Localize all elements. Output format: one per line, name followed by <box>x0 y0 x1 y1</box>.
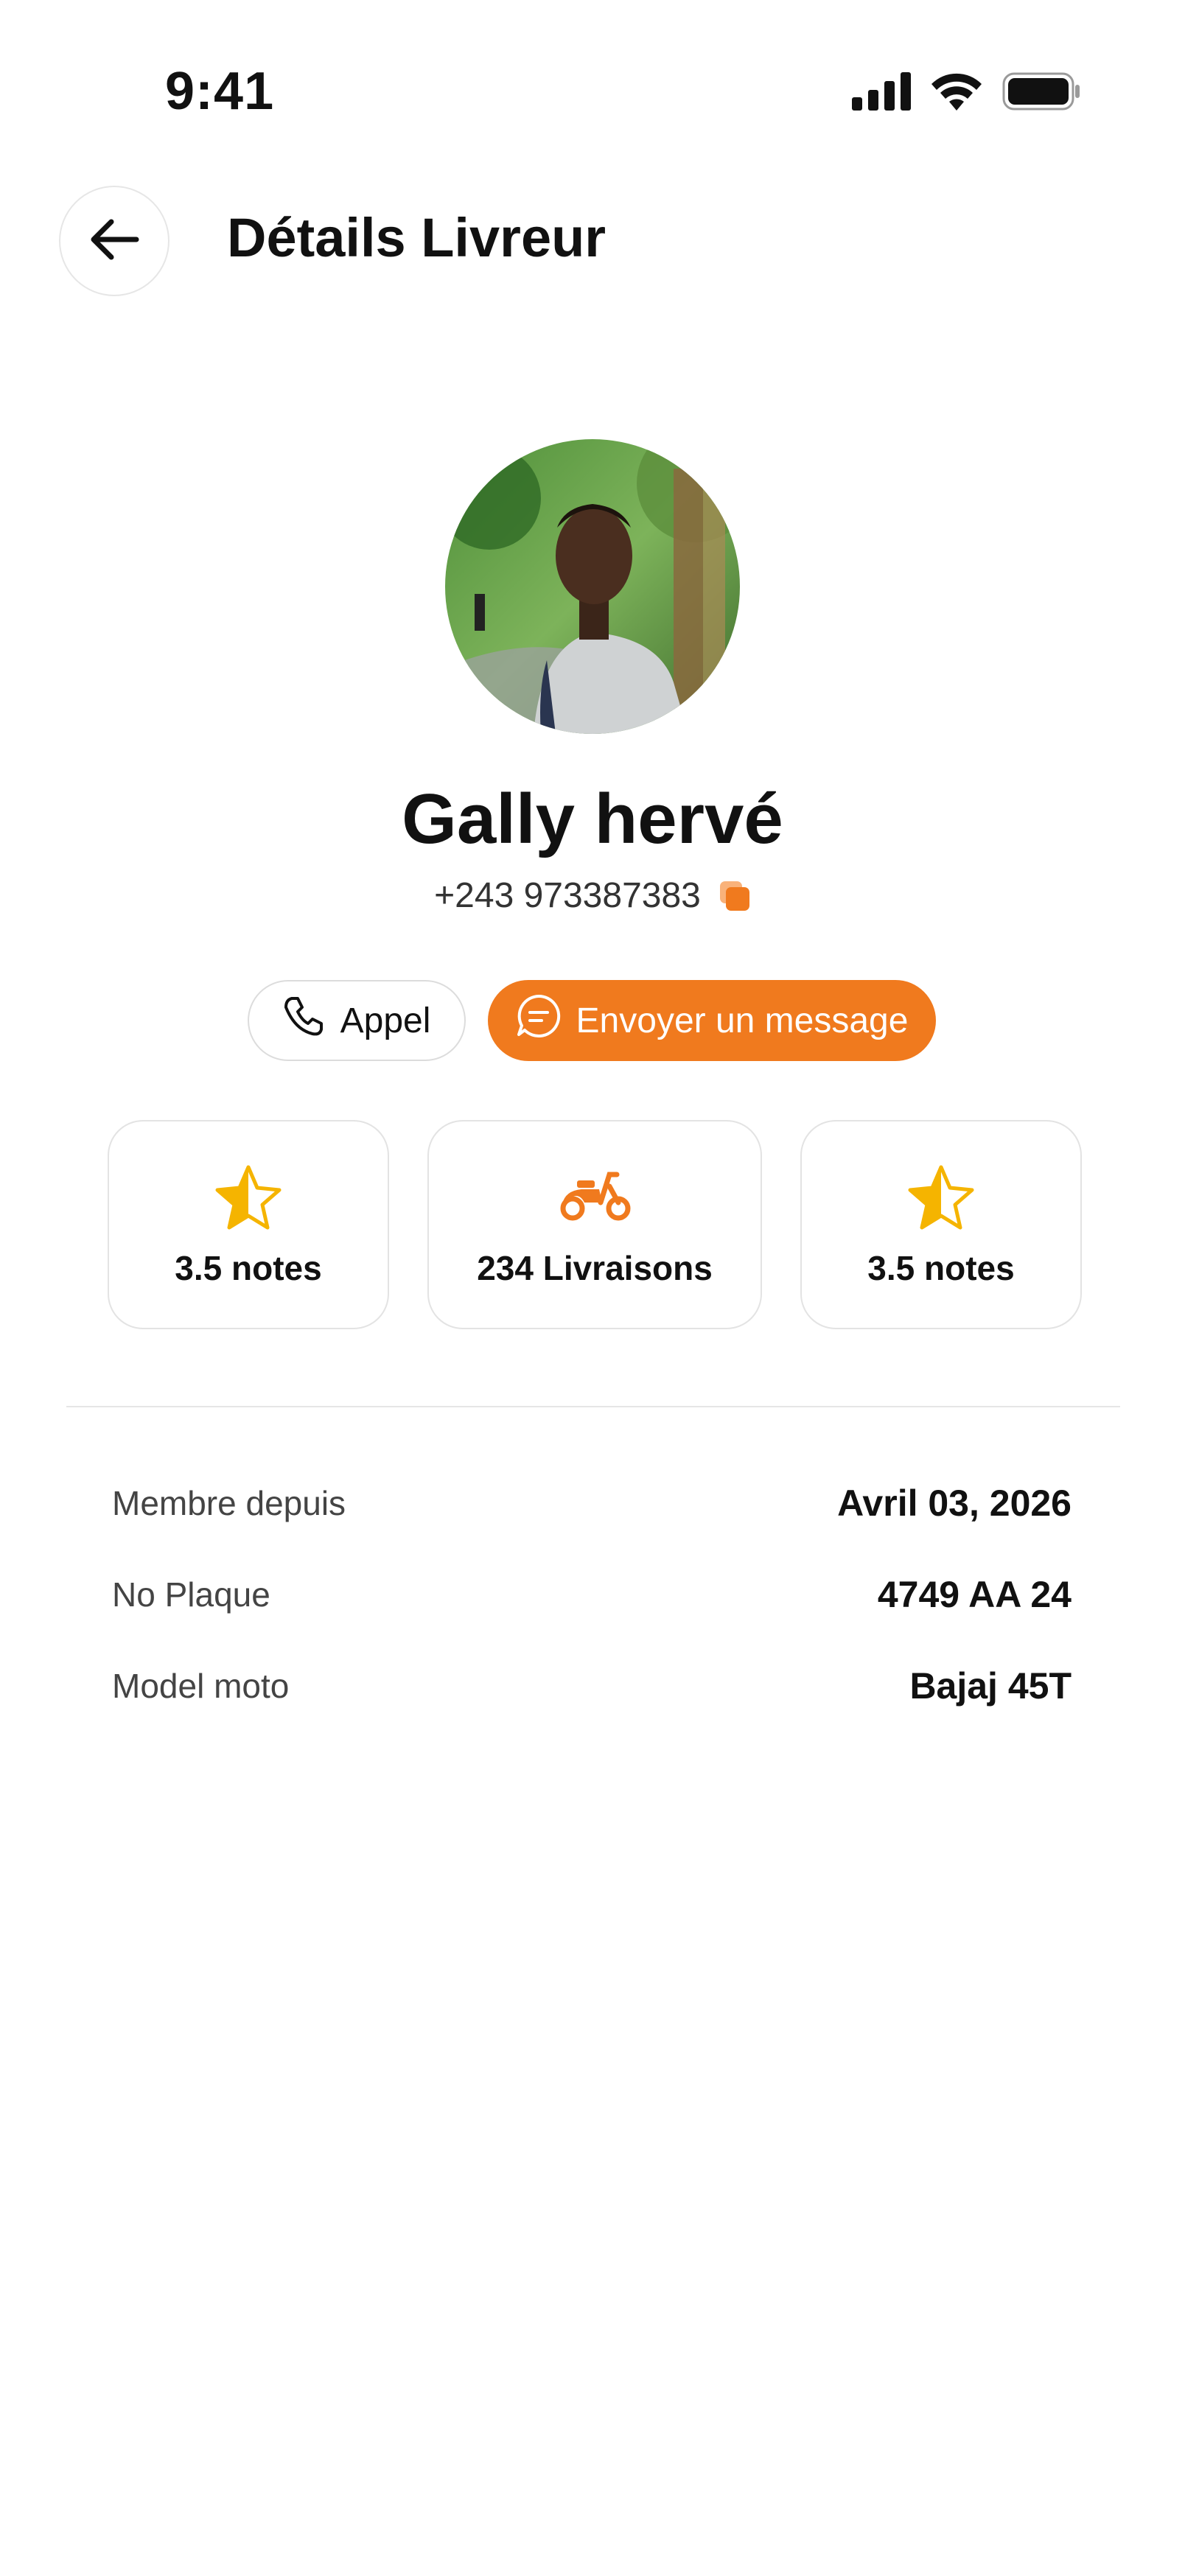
half-star-icon <box>213 1164 284 1236</box>
call-button[interactable]: Appel <box>248 980 466 1061</box>
deliveries-card: 234 Livraisons <box>427 1120 762 1329</box>
call-button-label: Appel <box>340 1001 431 1040</box>
arrow-left-icon <box>89 217 139 265</box>
page-title: Détails Livreur <box>227 207 607 268</box>
chat-bubble-icon <box>516 993 562 1048</box>
info-row-member-since: Membre depuis Avril 03, 2026 <box>112 1481 1072 1525</box>
half-star-icon <box>906 1164 976 1236</box>
info-value: Avril 03, 2026 <box>837 1483 1072 1524</box>
status-bar: 9:41 <box>0 0 1185 147</box>
phone-row: +243 973387383 <box>0 878 1185 914</box>
info-row-plate: No Plaque 4749 AA 24 <box>112 1572 1072 1617</box>
battery-icon <box>1002 72 1082 114</box>
copy-icon[interactable] <box>719 880 751 912</box>
info-row-model: Model moto Bajaj 45T <box>112 1664 1072 1708</box>
back-button[interactable] <box>59 186 169 296</box>
rating-card: 3.5 notes <box>108 1120 389 1329</box>
scooter-icon <box>558 1164 632 1227</box>
phone-icon <box>283 995 324 1046</box>
driver-name: Gally hervé <box>402 780 783 858</box>
phone-number: +243 973387383 <box>434 876 701 915</box>
signal-icon <box>852 72 911 114</box>
rating-label: 3.5 notes <box>175 1249 322 1287</box>
status-icons <box>852 72 1082 114</box>
send-message-label: Envoyer un message <box>576 1001 909 1040</box>
info-value: Bajaj 45T <box>909 1665 1072 1707</box>
info-value: 4749 AA 24 <box>877 1574 1072 1615</box>
send-message-button[interactable]: Envoyer un message <box>488 980 936 1061</box>
rating-label: 3.5 notes <box>867 1249 1015 1287</box>
divider <box>66 1406 1120 1407</box>
rating-card: 3.5 notes <box>800 1120 1082 1329</box>
wifi-icon <box>930 72 983 114</box>
info-label: Membre depuis <box>112 1484 346 1522</box>
deliveries-label: 234 Livraisons <box>477 1249 713 1287</box>
avatar <box>445 439 740 734</box>
info-label: Model moto <box>112 1667 290 1705</box>
info-label: No Plaque <box>112 1575 270 1614</box>
status-time: 9:41 <box>165 62 275 121</box>
